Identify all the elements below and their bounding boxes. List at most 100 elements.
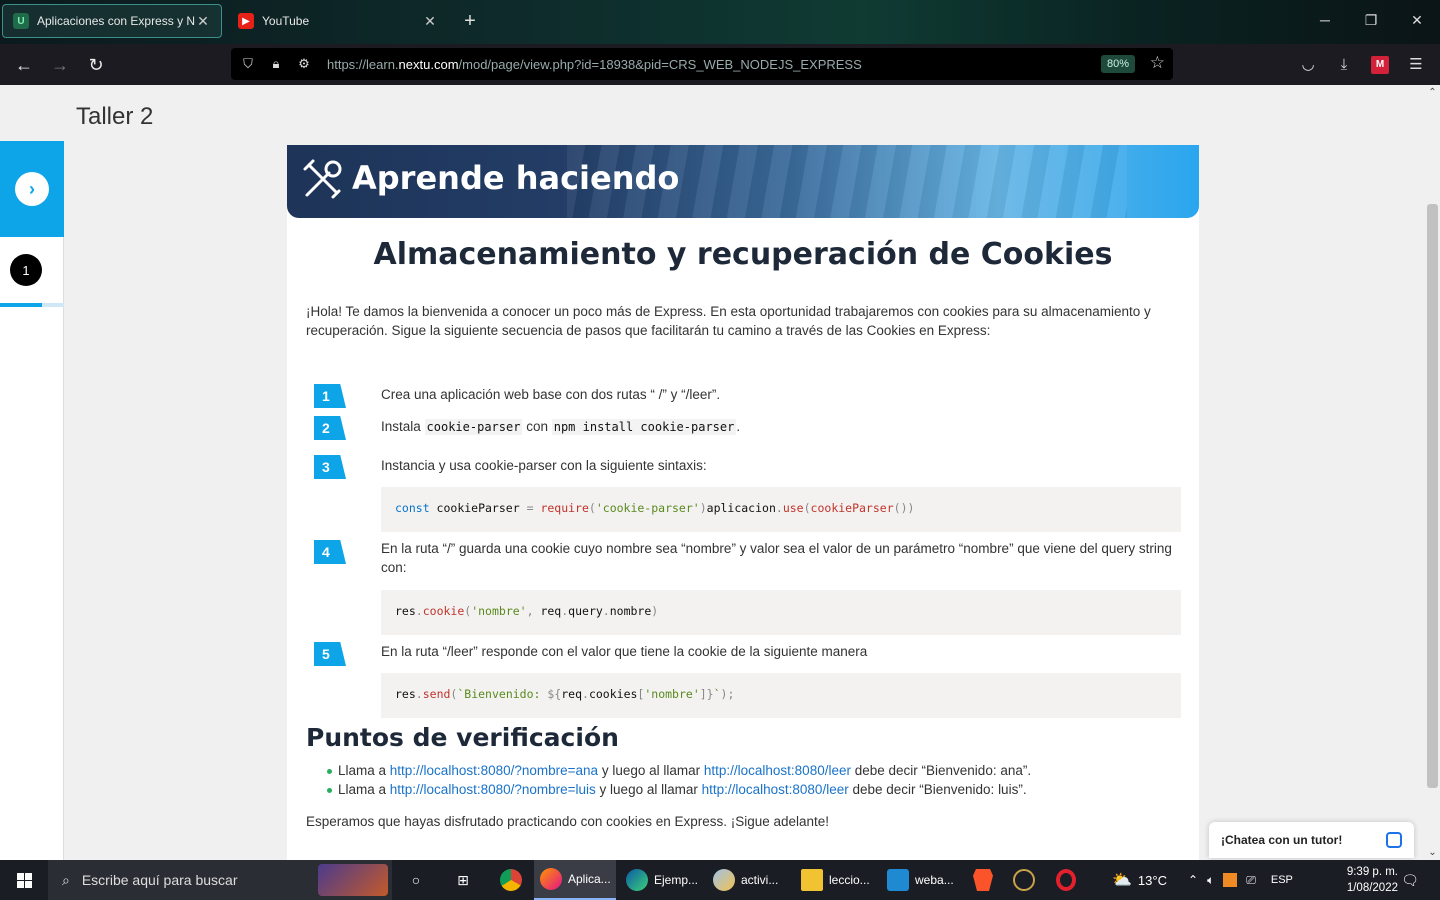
new-tab-button[interactable]: +: [458, 10, 482, 33]
tab-aplicaciones[interactable]: U Aplicaciones con Express y Nod ✕: [2, 4, 222, 38]
pocket-icon[interactable]: ◡: [1296, 53, 1320, 77]
step-text: Crea una aplicación web base con dos rut…: [381, 387, 721, 402]
taskbar-app-firefox[interactable]: Aplica...: [534, 860, 616, 900]
taskbar-app-paint[interactable]: activi...: [709, 860, 789, 900]
bookmark-star-icon[interactable]: ☆: [1150, 53, 1165, 73]
checkpoint-link[interactable]: http://localhost:8080/?nombre=ana: [390, 763, 598, 778]
step-number: 2: [314, 416, 348, 440]
cortana-icon[interactable]: ○: [402, 866, 430, 894]
scroll-down-icon[interactable]: ⌄: [1425, 847, 1440, 858]
nextu-favicon-icon: U: [13, 13, 29, 29]
brave-icon[interactable]: [969, 866, 997, 894]
permissions-icon[interactable]: ⚙: [293, 56, 315, 72]
code-block: const cookieParser = require('cookie-par…: [381, 487, 1181, 532]
task-view-icon[interactable]: ⊞: [449, 866, 477, 894]
youtube-icon: ▶: [238, 13, 254, 29]
tab-youtube[interactable]: ▶ YouTube ✕: [228, 4, 448, 38]
list-item: Llama a http://localhost:8080/?nombre=an…: [327, 761, 1031, 780]
windows-icon: [16, 872, 32, 888]
notifications-icon[interactable]: 🗨︎: [1396, 866, 1424, 894]
clock-time: 9:39 p. m.: [1346, 866, 1398, 878]
lock-icon[interactable]: 🔒︎: [265, 56, 287, 72]
step-text: En la ruta “/leer” responde con el valor…: [381, 644, 868, 659]
weather-icon: ⛅: [1112, 872, 1132, 889]
taskbar-app-vscode[interactable]: weba...: [883, 860, 963, 900]
inline-code: npm install cookie-parser: [551, 419, 737, 435]
banner: Aprende haciendo: [287, 145, 1199, 218]
clock[interactable]: 9:39 p. m. 1/08/2022: [1347, 864, 1398, 896]
step-text: Instancia y usa cookie-parser con la sig…: [381, 458, 707, 473]
volume-icon[interactable]: 🔈︎: [1207, 873, 1214, 888]
temperature: 13°C: [1137, 872, 1167, 888]
shield-icon[interactable]: ⛉: [237, 56, 259, 72]
zoom-badge[interactable]: 80%: [1100, 55, 1135, 73]
checkpoint-link[interactable]: http://localhost:8080/?nombre=luis: [390, 782, 596, 797]
step-text: En la ruta “/” guarda una cookie cuyo no…: [381, 541, 1172, 575]
step-number: 4: [314, 540, 348, 564]
content-card: Aprende haciendo Almacenamiento y recupe…: [287, 145, 1199, 860]
clock-date: 1/08/2022: [1346, 882, 1398, 894]
back-icon[interactable]: ←: [12, 53, 36, 77]
tray-icons: ⌃ 🔈︎ ⎚ ESP: [1188, 860, 1293, 900]
minimize-icon[interactable]: ─: [1313, 12, 1337, 28]
menu-icon[interactable]: ☰: [1404, 53, 1428, 77]
chat-widget[interactable]: ¡Chatea con un tutor!: [1209, 822, 1414, 858]
step-badge[interactable]: 1: [10, 254, 42, 286]
step-number: 5: [314, 642, 348, 666]
scrollbar[interactable]: ⌃ ⌄: [1425, 85, 1440, 860]
url-text[interactable]: https://learn.nextu.com/mod/page/view.ph…: [327, 57, 862, 72]
step-text: Instala cookie-parser con npm install co…: [381, 419, 741, 435]
checkpoint-link[interactable]: http://localhost:8080/leer: [702, 782, 849, 797]
banner-title: Aprende haciendo: [352, 159, 680, 197]
checkpoint-link[interactable]: http://localhost:8080/leer: [704, 763, 851, 778]
forward-icon[interactable]: →: [48, 53, 72, 77]
chrome-icon[interactable]: [497, 866, 525, 894]
inline-code: cookie-parser: [424, 419, 523, 435]
chevron-right-icon: ›: [15, 172, 49, 206]
step-number: 1: [314, 384, 348, 408]
opera-icon[interactable]: [1052, 866, 1080, 894]
tools-icon: [303, 159, 342, 199]
checkpoint-list: Llama a http://localhost:8080/?nombre=an…: [327, 761, 1031, 799]
folder-icon: [801, 869, 823, 891]
close-tab-icon[interactable]: ✕: [195, 13, 211, 30]
progress-bar: [0, 303, 64, 307]
edge-icon: [626, 869, 648, 891]
code-block: res.cookie('nombre', req.query.nombre): [381, 590, 1181, 635]
tray-app-icon[interactable]: [1223, 873, 1238, 887]
close-tab-icon[interactable]: ✕: [422, 13, 438, 30]
search-highlight-art: [318, 864, 388, 896]
download-icon[interactable]: ⤓: [1332, 53, 1356, 77]
chat-label: ¡Chatea con un tutor!: [1221, 833, 1343, 847]
tab-title: Aplicaciones con Express y Nod: [37, 14, 195, 28]
scrollbar-thumb[interactable]: [1427, 204, 1438, 788]
code-block: res.send(`Bienvenido: ${req.cookies['nom…: [381, 673, 1181, 718]
url-bar[interactable]: ⛉ 🔒︎ ⚙ https://learn.nextu.com/mod/page/…: [231, 48, 1173, 80]
scroll-up-icon[interactable]: ⌃: [1425, 87, 1440, 98]
league-icon[interactable]: [1010, 866, 1038, 894]
search-placeholder: Escribe aquí para buscar: [81, 872, 238, 888]
weather[interactable]: ⛅ 13°C: [1112, 860, 1167, 900]
checkpoints-heading: Puntos de verificación: [306, 723, 619, 752]
language-indicator[interactable]: ESP: [1271, 874, 1293, 886]
sidebar-toggle-button[interactable]: ›: [0, 141, 64, 237]
taskbar: ⌕ Escribe aquí para buscar ○ ⊞ Aplica...…: [0, 860, 1440, 900]
start-button[interactable]: [0, 860, 48, 900]
taskbar-app-explorer[interactable]: leccio...: [797, 860, 877, 900]
tab-title: YouTube: [262, 14, 310, 28]
restore-icon[interactable]: ❐: [1359, 12, 1383, 29]
vscode-icon: [887, 869, 909, 891]
taskbar-search[interactable]: ⌕ Escribe aquí para buscar: [48, 860, 392, 900]
chevron-up-icon[interactable]: ⌃: [1188, 873, 1198, 887]
taskbar-app-edge[interactable]: Ejemp...: [622, 860, 702, 900]
page-title: Taller 2: [76, 103, 154, 130]
page-viewport: Taller 2 › 1 Aprende haciendo Almacenami…: [0, 85, 1440, 860]
network-icon[interactable]: ⎚: [1246, 873, 1256, 888]
extension-icon[interactable]: M: [1371, 56, 1389, 74]
browser-navbar: ← → ↻ ⛉ 🔒︎ ⚙ https://learn.nextu.com/mod…: [0, 44, 1440, 85]
reload-icon[interactable]: ↻: [84, 53, 108, 77]
content-heading: Almacenamiento y recuperación de Cookies: [373, 237, 1113, 272]
close-window-icon[interactable]: ✕: [1405, 12, 1429, 29]
intro-text: ¡Hola! Te damos la bienvenida a conocer …: [306, 304, 1151, 338]
search-icon: ⌕: [62, 871, 70, 888]
